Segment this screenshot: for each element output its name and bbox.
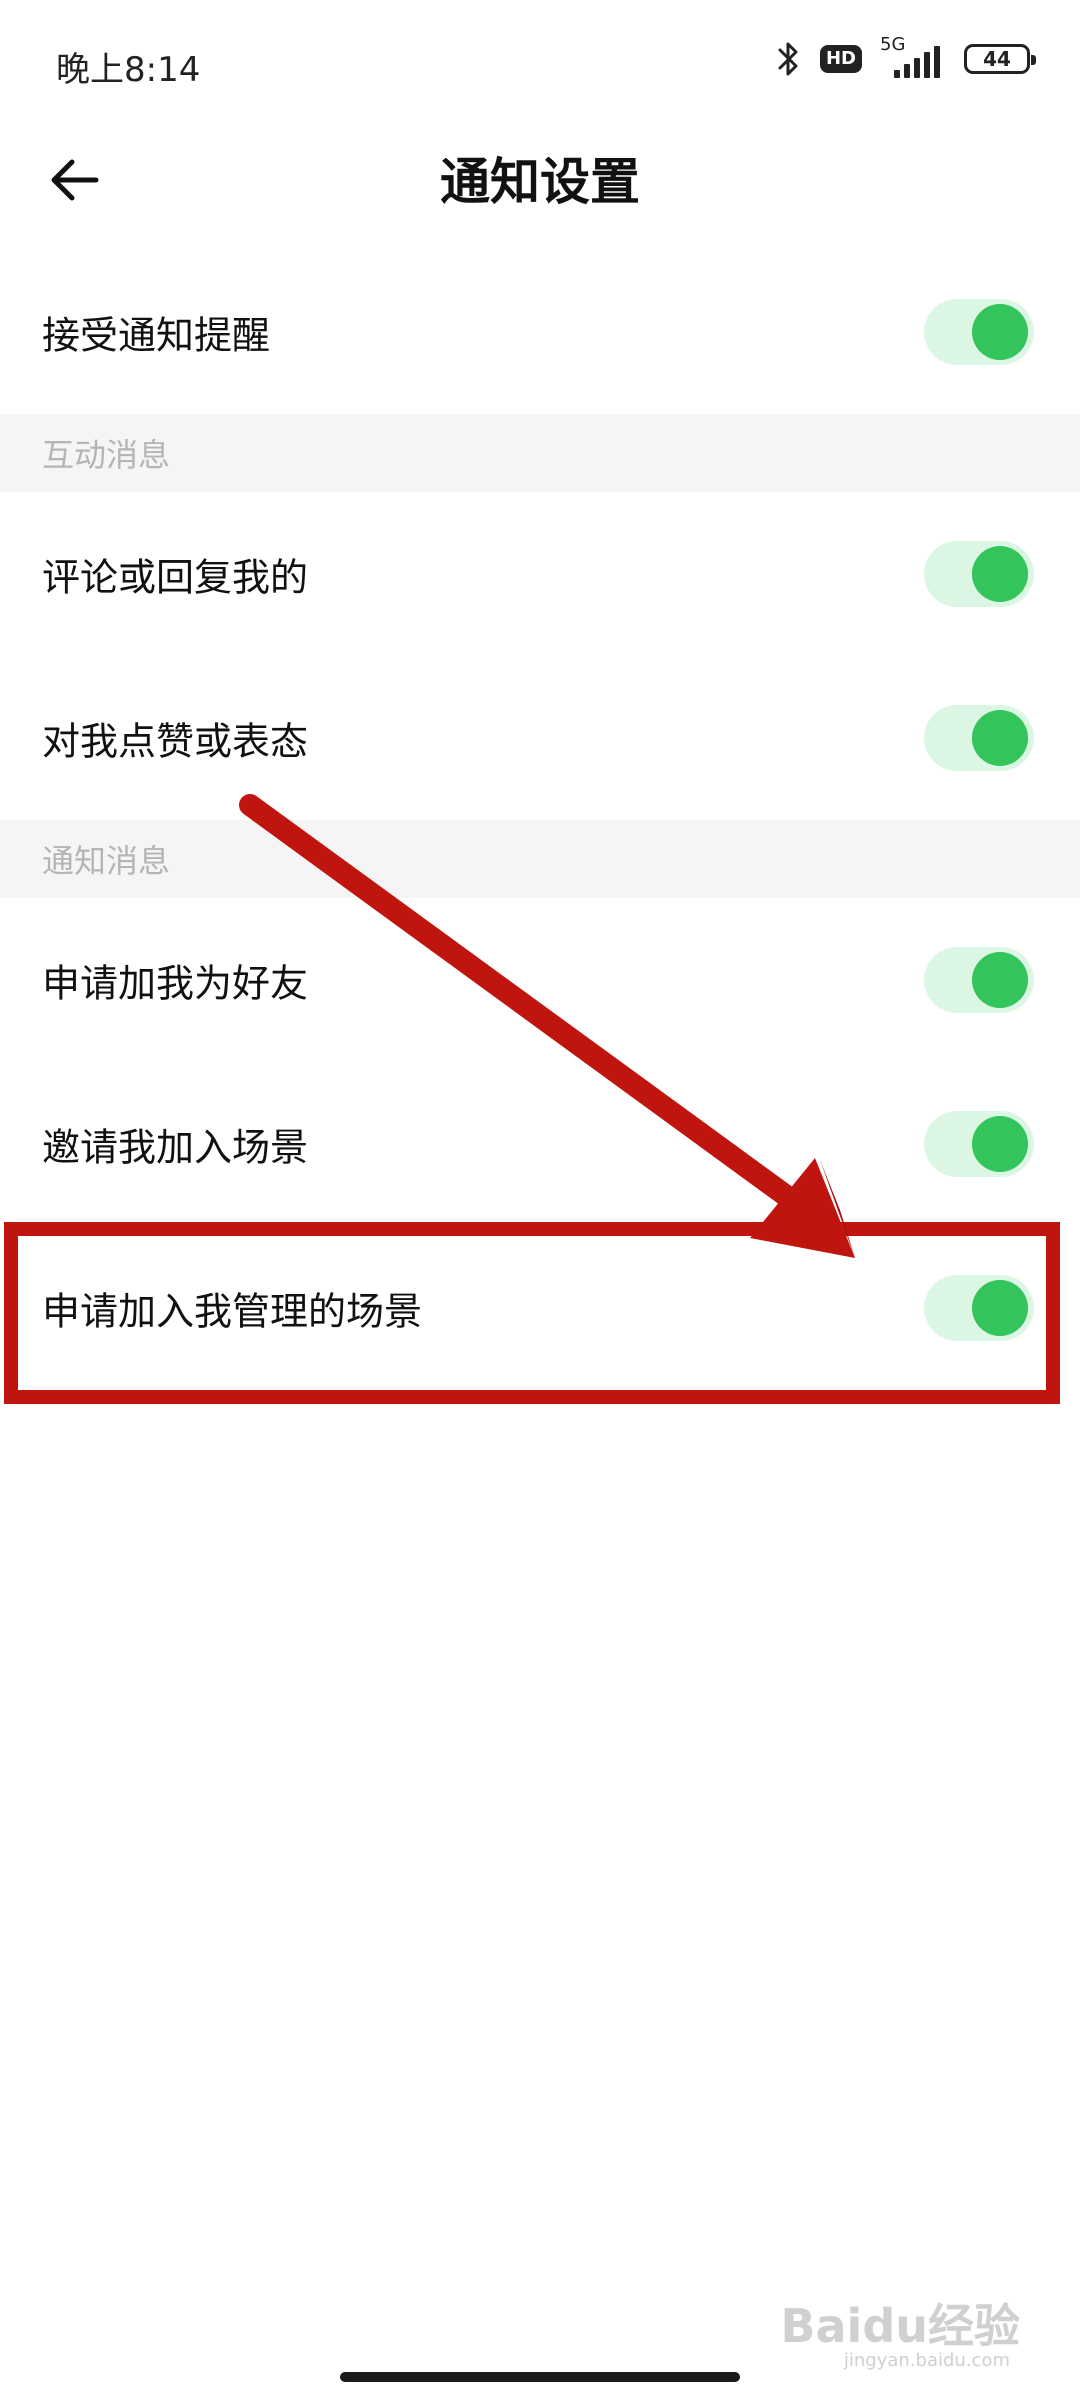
section-label: 通知消息 xyxy=(42,842,171,880)
setting-row-accept-notifications: 接受通知提醒 xyxy=(0,250,1080,414)
accept-notifications-toggle[interactable] xyxy=(924,299,1034,365)
status-time: 晚上8:14 xyxy=(56,50,201,90)
status-bar: 晚上8:14 HD 5G 44 xyxy=(0,0,1080,120)
setting-label: 评论或回复我的 xyxy=(42,555,309,600)
toggle-knob xyxy=(972,546,1028,602)
toggle-knob xyxy=(972,952,1028,1008)
section-header-notification: 通知消息 xyxy=(0,820,1080,898)
setting-row-friend-request: 申请加我为好友 xyxy=(0,898,1080,1062)
section-header-interaction: 互动消息 xyxy=(0,414,1080,492)
friend-request-toggle[interactable] xyxy=(924,947,1034,1013)
battery-level: 44 xyxy=(983,47,1011,71)
header: 通知设置 xyxy=(0,120,1080,230)
battery-icon: 44 xyxy=(964,44,1036,74)
comment-reply-toggle[interactable] xyxy=(924,541,1034,607)
status-icons: HD 5G 44 xyxy=(776,34,1036,84)
hd-icon: HD xyxy=(819,45,862,73)
watermark-logo: Baidu经验 xyxy=(780,2299,1020,2353)
setting-label: 对我点赞或表态 xyxy=(42,719,309,764)
signal-icon: 5G xyxy=(880,34,946,80)
setting-label: 申请加我为好友 xyxy=(42,961,309,1006)
toggle-knob xyxy=(972,1116,1028,1172)
setting-label: 接受通知提醒 xyxy=(42,313,271,358)
toggle-knob xyxy=(972,304,1028,360)
setting-row-scene-join-request: 申请加入我管理的场景 xyxy=(0,1226,1080,1390)
scene-invite-toggle[interactable] xyxy=(924,1111,1034,1177)
home-indicator[interactable] xyxy=(340,2372,740,2382)
setting-row-like-react: 对我点赞或表态 xyxy=(0,656,1080,820)
watermark-url: jingyan.baidu.com xyxy=(843,2350,1010,2371)
setting-label: 申请加入我管理的场景 xyxy=(42,1289,423,1334)
setting-row-scene-invite: 邀请我加入场景 xyxy=(0,1062,1080,1226)
setting-row-comment-reply: 评论或回复我的 xyxy=(0,492,1080,656)
scene-join-request-toggle[interactable] xyxy=(924,1275,1034,1341)
bluetooth-icon xyxy=(778,42,798,76)
setting-label: 邀请我加入场景 xyxy=(42,1125,309,1170)
toggle-knob xyxy=(972,1280,1028,1336)
like-react-toggle[interactable] xyxy=(924,705,1034,771)
toggle-knob xyxy=(972,710,1028,766)
page-title: 通知设置 xyxy=(440,153,640,211)
section-label: 互动消息 xyxy=(42,436,171,474)
